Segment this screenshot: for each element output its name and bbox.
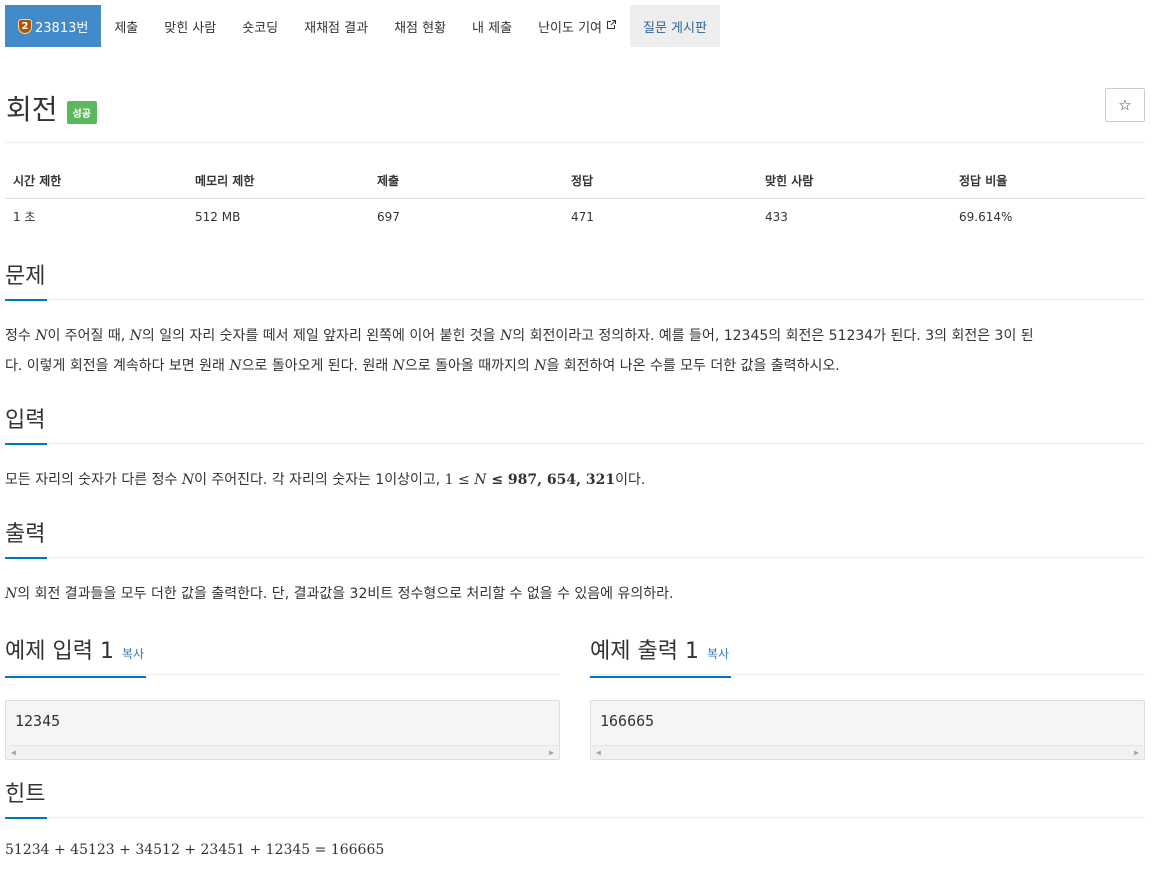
input-section-header: 입력 — [5, 407, 1145, 445]
problem-nav: 2 23813번 제출 맞힌 사람 숏코딩 재채점 결과 채점 현황 내 제출 … — [5, 5, 720, 47]
nav-problem-number[interactable]: 2 23813번 — [5, 5, 102, 47]
example-output-title: 예제 출력 1 복사 — [590, 638, 732, 678]
problem-section-header: 문제 — [5, 263, 1145, 301]
problem-description: 정수 N이 주어질 때, N의 일의 자리 숫자를 떼서 제일 앞자리 왼쪽에 … — [5, 328, 1034, 374]
example-input-title: 예제 입력 1 복사 — [5, 638, 147, 678]
tier-icon: 2 — [18, 18, 32, 34]
copy-input-link[interactable]: 복사 — [122, 647, 144, 661]
example-output-section: 예제 출력 1 복사 166665 ◀ ▶ — [590, 638, 1145, 760]
output-description: N의 회전 결과들을 모두 더한 값을 출력한다. 단, 결과값을 32비트 정… — [5, 586, 674, 602]
example-output-value: 166665 — [600, 712, 655, 730]
copy-output-link[interactable]: 복사 — [707, 647, 729, 661]
hint-section: 힌트 51234 + 45123 + 34512 + 23451 + 12345… — [5, 781, 1145, 858]
output-section-title: 출력 — [5, 521, 48, 559]
scroll-right-icon[interactable]: ▶ — [549, 748, 554, 757]
submissions-value: 697 — [377, 209, 400, 224]
external-link-icon — [606, 19, 617, 33]
nav-solved-users[interactable]: 맞힌 사람 — [151, 5, 229, 47]
nav-question-board[interactable]: 질문 게시판 — [630, 5, 720, 47]
nav-submit[interactable]: 제출 — [101, 5, 151, 47]
star-icon: ☆ — [1118, 96, 1132, 114]
example-input-section: 예제 입력 1 복사 12345 ◀ ▶ — [5, 638, 560, 760]
problem-title: 회전 — [6, 93, 58, 126]
accept-ratio-value: 69.614% — [959, 209, 1013, 224]
header-memory-limit: 메모리 제한 — [187, 163, 369, 199]
problem-section: 문제 정수 N이 주어질 때, N의 일의 자리 숫자를 떼서 제일 앞자리 왼… — [5, 263, 1145, 381]
memory-limit-value: 512 MB — [195, 209, 241, 224]
horizontal-scrollbar[interactable]: ◀ ▶ — [592, 745, 1143, 758]
nav-difficulty-label: 난이도 기여 — [538, 20, 602, 36]
info-value-row: 1 초 512 MB 697 471 433 69.614% — [5, 199, 1145, 235]
time-limit-value: 1 초 — [13, 210, 36, 225]
scroll-left-icon[interactable]: ◀ — [11, 748, 16, 757]
example-input-value: 12345 — [15, 712, 61, 730]
hint-section-header: 힌트 — [5, 781, 1145, 819]
input-section: 입력 모든 자리의 숫자가 다른 정수 N이 주어진다. 각 자리의 숫자는 1… — [5, 407, 1145, 495]
status-badge: 성공 — [66, 100, 97, 124]
output-section: 출력 N의 회전 결과들을 모두 더한 값을 출력한다. 단, 결과값을 32비… — [5, 521, 1145, 609]
example-input-header: 예제 입력 1 복사 — [5, 638, 560, 678]
header-submissions: 제출 — [369, 163, 563, 199]
info-header-row: 시간 제한 메모리 제한 제출 정답 맞힌 사람 정답 비율 — [5, 163, 1145, 199]
nav-status[interactable]: 채점 현황 — [381, 5, 459, 47]
scroll-left-icon[interactable]: ◀ — [596, 748, 601, 757]
scroll-right-icon[interactable]: ▶ — [1134, 748, 1139, 757]
divider — [5, 142, 1145, 143]
nav-short-coding[interactable]: 숏코딩 — [229, 5, 291, 47]
hint-section-title: 힌트 — [5, 781, 48, 819]
header-solved-users: 맞힌 사람 — [757, 163, 951, 199]
header-accept-ratio: 정답 비율 — [951, 163, 1145, 199]
example-output-box[interactable]: 166665 ◀ ▶ — [590, 700, 1145, 760]
header-time-limit: 시간 제한 — [5, 163, 187, 199]
output-section-header: 출력 — [5, 521, 1145, 559]
header-accepted: 정답 — [563, 163, 757, 199]
problem-section-title: 문제 — [5, 263, 48, 301]
input-section-title: 입력 — [5, 407, 48, 445]
nav-rejudge-results[interactable]: 재채점 결과 — [291, 5, 381, 47]
problem-number-label: 23813번 — [35, 20, 89, 36]
favorite-star-button[interactable]: ☆ — [1105, 88, 1145, 122]
problem-title-row: 회전 성공 — [6, 88, 97, 128]
input-description: 모든 자리의 숫자가 다른 정수 N이 주어진다. 각 자리의 숫자는 1이상이… — [5, 472, 646, 488]
accepted-value: 471 — [571, 209, 594, 224]
problem-info-table: 시간 제한 메모리 제한 제출 정답 맞힌 사람 정답 비율 1 초 512 M… — [5, 163, 1145, 235]
horizontal-scrollbar[interactable]: ◀ ▶ — [7, 745, 558, 758]
nav-difficulty-contribution[interactable]: 난이도 기여 — [525, 5, 630, 47]
solved-users-value: 433 — [765, 209, 788, 224]
nav-my-submissions[interactable]: 내 제출 — [459, 5, 525, 47]
example-output-header: 예제 출력 1 복사 — [590, 638, 1145, 678]
hint-formula: 51234 + 45123 + 34512 + 23451 + 12345 = … — [5, 842, 385, 858]
example-input-box[interactable]: 12345 ◀ ▶ — [5, 700, 560, 760]
